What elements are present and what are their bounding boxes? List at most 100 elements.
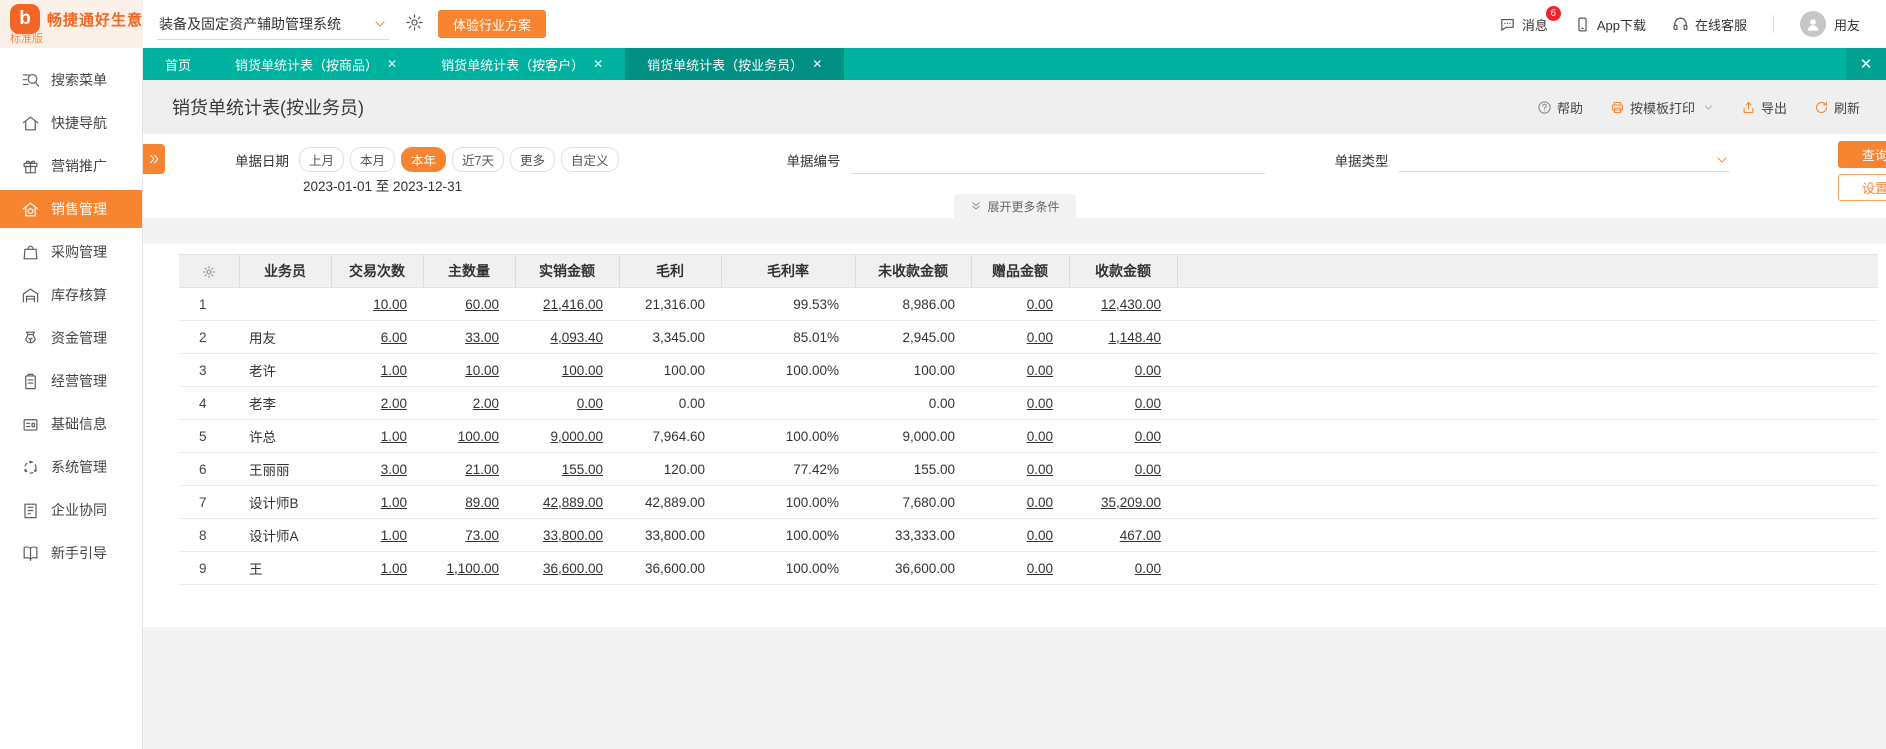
tab-home[interactable]: 首页 bbox=[143, 48, 213, 80]
cell-trades[interactable]: 1.00 bbox=[331, 485, 423, 519]
sidebar-item-system[interactable]: 系统管理 bbox=[0, 448, 142, 486]
drilldown-link[interactable]: 1.00 bbox=[381, 495, 407, 510]
drilldown-link[interactable]: 1.00 bbox=[381, 528, 407, 543]
drilldown-link[interactable]: 42,889.00 bbox=[543, 495, 603, 510]
drilldown-link[interactable]: 21.00 bbox=[465, 462, 499, 477]
cell-trades[interactable]: 2.00 bbox=[331, 386, 423, 420]
cell-gift[interactable]: 0.00 bbox=[971, 518, 1069, 552]
cell-trades[interactable]: 3.00 bbox=[331, 452, 423, 486]
drilldown-link[interactable]: 1.00 bbox=[381, 561, 407, 576]
sidebar-item-gift[interactable]: 营销推广 bbox=[0, 147, 142, 185]
drilldown-link[interactable]: 21,416.00 bbox=[543, 297, 603, 312]
date-option-pill[interactable]: 本年 bbox=[401, 147, 447, 172]
cell-qty[interactable]: 21.00 bbox=[423, 452, 515, 486]
cell-received[interactable]: 12,430.00 bbox=[1069, 287, 1177, 321]
drilldown-link[interactable]: 35,209.00 bbox=[1101, 495, 1161, 510]
column-header[interactable]: 收款金额 bbox=[1069, 254, 1178, 288]
tab-close-icon[interactable]: ✕ bbox=[387, 58, 397, 70]
tab-report-3[interactable]: 销货单统计表（按业务员） ✕ bbox=[625, 48, 845, 80]
close-all-tabs-button[interactable]: ✕ bbox=[1846, 48, 1886, 80]
column-header[interactable]: 未收款金额 bbox=[855, 254, 972, 288]
cell-qty[interactable]: 10.00 bbox=[423, 353, 515, 387]
drilldown-link[interactable]: 2.00 bbox=[473, 396, 499, 411]
cell-trades[interactable]: 1.00 bbox=[331, 353, 423, 387]
cell-received[interactable]: 0.00 bbox=[1069, 419, 1177, 453]
cell-received[interactable]: 467.00 bbox=[1069, 518, 1177, 552]
sidebar-item-clipboard[interactable]: 经营管理 bbox=[0, 362, 142, 400]
cell-gift[interactable]: 0.00 bbox=[971, 551, 1069, 585]
column-header[interactable]: 赠品金额 bbox=[971, 254, 1070, 288]
drilldown-link[interactable]: 1,148.40 bbox=[1108, 330, 1161, 345]
cell-received[interactable]: 1,148.40 bbox=[1069, 320, 1177, 354]
cell-sales[interactable]: 9,000.00 bbox=[515, 419, 619, 453]
try-industry-solution-button[interactable]: 体验行业方案 bbox=[438, 10, 547, 38]
tab-close-icon[interactable]: ✕ bbox=[812, 58, 822, 70]
drilldown-link[interactable]: 155.00 bbox=[562, 462, 603, 477]
cell-sales[interactable]: 0.00 bbox=[515, 386, 619, 420]
sidebar-item-idcard[interactable]: 基础信息 bbox=[0, 405, 142, 443]
sidebar-item-sale[interactable]: 销售管理 bbox=[0, 190, 142, 228]
drilldown-link[interactable]: 0.00 bbox=[1027, 363, 1053, 378]
doc-type-select[interactable] bbox=[1398, 147, 1729, 172]
drilldown-link[interactable]: 0.00 bbox=[1135, 429, 1161, 444]
doc-no-input[interactable] bbox=[850, 147, 1265, 174]
date-option-pill[interactable]: 近7天 bbox=[452, 147, 504, 172]
cell-sales[interactable]: 42,889.00 bbox=[515, 485, 619, 519]
online-support-button[interactable]: 在线客服 bbox=[1672, 15, 1747, 34]
drilldown-link[interactable]: 1,100.00 bbox=[446, 561, 499, 576]
cell-qty[interactable]: 89.00 bbox=[423, 485, 515, 519]
cell-gift[interactable]: 0.00 bbox=[971, 353, 1069, 387]
drilldown-link[interactable]: 33.00 bbox=[465, 330, 499, 345]
drilldown-link[interactable]: 89.00 bbox=[465, 495, 499, 510]
cell-sales[interactable]: 36,600.00 bbox=[515, 551, 619, 585]
date-option-pill[interactable]: 本月 bbox=[350, 147, 396, 172]
drilldown-link[interactable]: 0.00 bbox=[1027, 561, 1053, 576]
app-download-button[interactable]: App下载 bbox=[1574, 15, 1646, 34]
cell-gift[interactable]: 0.00 bbox=[971, 386, 1069, 420]
cell-received[interactable]: 35,209.00 bbox=[1069, 485, 1177, 519]
column-settings-button[interactable] bbox=[179, 254, 240, 288]
cell-trades[interactable]: 1.00 bbox=[331, 419, 423, 453]
cell-trades[interactable]: 1.00 bbox=[331, 518, 423, 552]
drilldown-link[interactable]: 0.00 bbox=[1027, 297, 1053, 312]
drilldown-link[interactable]: 33,800.00 bbox=[543, 528, 603, 543]
column-header[interactable]: 交易次数 bbox=[331, 254, 424, 288]
column-header[interactable]: 实销金额 bbox=[515, 254, 620, 288]
expand-more-conditions-button[interactable]: 展开更多条件 bbox=[953, 194, 1076, 218]
cell-qty[interactable]: 60.00 bbox=[423, 287, 515, 321]
settings-button[interactable]: 设置 bbox=[1838, 174, 1886, 201]
cell-sales[interactable]: 33,800.00 bbox=[515, 518, 619, 552]
cell-trades[interactable]: 6.00 bbox=[331, 320, 423, 354]
drilldown-link[interactable]: 0.00 bbox=[1027, 330, 1053, 345]
drilldown-link[interactable]: 0.00 bbox=[577, 396, 603, 411]
cell-qty[interactable]: 33.00 bbox=[423, 320, 515, 354]
drilldown-link[interactable]: 0.00 bbox=[1027, 396, 1053, 411]
cell-gift[interactable]: 0.00 bbox=[971, 485, 1069, 519]
cell-received[interactable]: 0.00 bbox=[1069, 551, 1177, 585]
cell-received[interactable]: 0.00 bbox=[1069, 452, 1177, 486]
drilldown-link[interactable]: 10.00 bbox=[373, 297, 407, 312]
drilldown-link[interactable]: 100.00 bbox=[562, 363, 603, 378]
sidebar-item-search[interactable]: 搜索菜单 bbox=[0, 61, 142, 99]
cell-qty[interactable]: 2.00 bbox=[423, 386, 515, 420]
cell-qty[interactable]: 73.00 bbox=[423, 518, 515, 552]
cell-qty[interactable]: 100.00 bbox=[423, 419, 515, 453]
cell-sales[interactable]: 4,093.40 bbox=[515, 320, 619, 354]
cell-qty[interactable]: 1,100.00 bbox=[423, 551, 515, 585]
drilldown-link[interactable]: 10.00 bbox=[465, 363, 499, 378]
column-header[interactable]: 业务员 bbox=[239, 254, 332, 288]
cell-sales[interactable]: 21,416.00 bbox=[515, 287, 619, 321]
cell-received[interactable]: 0.00 bbox=[1069, 386, 1177, 420]
sidebar-item-warehouse[interactable]: 库存核算 bbox=[0, 276, 142, 314]
drilldown-link[interactable]: 60.00 bbox=[465, 297, 499, 312]
drilldown-link[interactable]: 73.00 bbox=[465, 528, 499, 543]
help-button[interactable]: 帮助 bbox=[1537, 98, 1583, 117]
column-header[interactable]: 毛利率 bbox=[721, 254, 856, 288]
tab-close-icon[interactable]: ✕ bbox=[593, 58, 603, 70]
column-header[interactable]: 毛利 bbox=[619, 254, 722, 288]
cell-trades[interactable]: 1.00 bbox=[331, 551, 423, 585]
print-by-template-button[interactable]: 按模板打印 bbox=[1610, 98, 1714, 117]
sidebar-item-home[interactable]: 快捷导航 bbox=[0, 104, 142, 142]
drilldown-link[interactable]: 36,600.00 bbox=[543, 561, 603, 576]
drilldown-link[interactable]: 1.00 bbox=[381, 363, 407, 378]
